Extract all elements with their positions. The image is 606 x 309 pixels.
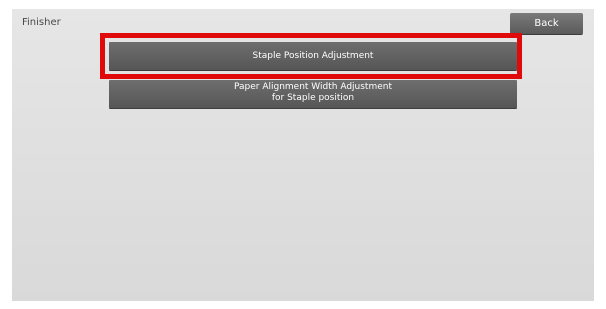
finisher-screen: Finisher Back Staple Position Adjustment… <box>12 9 594 301</box>
page-title: Finisher <box>22 17 61 28</box>
back-button[interactable]: Back <box>510 13 583 34</box>
paper-alignment-width-adjustment-button[interactable]: Paper Alignment Width Adjustment for Sta… <box>109 80 517 108</box>
menu-item-label: Staple Position Adjustment <box>252 50 374 61</box>
staple-position-adjustment-button[interactable]: Staple Position Adjustment <box>109 42 517 70</box>
menu-item-label-line-1: Paper Alignment Width Adjustment <box>233 81 392 92</box>
menu-item-label-line-2: for Staple position <box>271 92 355 103</box>
